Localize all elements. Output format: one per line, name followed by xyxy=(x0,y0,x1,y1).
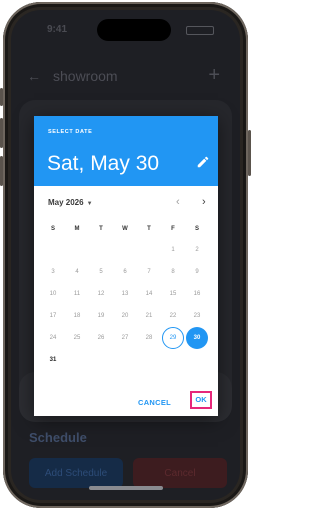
day-cell: 3 xyxy=(51,269,55,275)
day-cell: 6 xyxy=(123,269,127,275)
phone-volume-up-button xyxy=(0,118,3,148)
day-cell: 1 xyxy=(171,247,175,253)
dialog-cancel-button[interactable]: CANCEL xyxy=(138,398,171,407)
day-cell: 22 xyxy=(169,313,177,319)
day-cell[interactable]: 31 xyxy=(42,349,64,371)
day-cell: 24 xyxy=(49,335,57,341)
day-cell: 14 xyxy=(145,291,153,297)
date-picker-header: SELECT DATE Sat, May 30 xyxy=(34,116,218,186)
day-cell: 26 xyxy=(97,335,105,341)
home-indicator xyxy=(89,486,163,490)
weekday-label: T xyxy=(99,226,103,232)
selected-date-text: Sat, May 30 xyxy=(47,152,160,175)
month-year-selector[interactable]: May 2026 ▼ xyxy=(48,198,93,207)
day-cell: 21 xyxy=(145,313,153,319)
day-cell: 10 xyxy=(49,291,57,297)
battery-icon xyxy=(186,26,214,35)
add-schedule-button[interactable]: Add Schedule xyxy=(29,458,123,488)
day-cell: 15 xyxy=(169,291,177,297)
day-cell: 4 xyxy=(75,269,79,275)
day-cell: 11 xyxy=(73,291,81,297)
phone-action-button xyxy=(0,88,3,106)
day-cell: 12 xyxy=(97,291,105,297)
day-cell: 2 xyxy=(195,247,199,253)
day-cell: 5 xyxy=(99,269,103,275)
chevron-right-icon[interactable]: › xyxy=(202,196,206,208)
weekday-label: S xyxy=(194,226,199,232)
app-bar: ← showroom + xyxy=(11,58,240,98)
day-cell: 20 xyxy=(121,313,129,319)
day-cell: 13 xyxy=(121,291,129,297)
caret-down-icon: ▼ xyxy=(86,201,93,207)
month-label: May 2026 xyxy=(48,198,84,207)
date-picker-dialog: SELECT DATE Sat, May 30 May 2026 ▼ ‹ › S M… xyxy=(34,116,218,416)
cancel-schedule-button[interactable]: Cancel xyxy=(133,458,227,488)
day-cell: 27 xyxy=(121,335,129,341)
day-cell: 23 xyxy=(193,313,201,319)
arrow-left-icon[interactable]: ← xyxy=(27,68,41,84)
dynamic-island xyxy=(97,19,171,41)
dialog-ok-button[interactable]: OK xyxy=(190,391,212,409)
day-cell-today[interactable]: 29 xyxy=(162,327,184,349)
weekday-label: S xyxy=(50,226,55,232)
day-cell: 7 xyxy=(147,269,151,275)
day-cell: 25 xyxy=(73,335,81,341)
phone-power-button xyxy=(248,130,251,176)
app-title: showroom xyxy=(53,68,118,84)
pencil-icon[interactable] xyxy=(196,155,210,169)
weekday-label: W xyxy=(122,226,128,232)
weekday-label: T xyxy=(147,226,151,232)
weekday-label: F xyxy=(171,226,175,232)
day-cell: 16 xyxy=(193,291,201,297)
section-title: Schedule xyxy=(29,430,87,445)
day-cell: 17 xyxy=(49,313,57,319)
phone-volume-down-button xyxy=(0,156,3,186)
header-label: SELECT DATE xyxy=(48,129,93,135)
day-cell: 8 xyxy=(171,269,175,275)
status-time: 9:41 xyxy=(47,24,68,35)
chevron-left-icon[interactable]: ‹ xyxy=(176,196,180,208)
day-cell: 18 xyxy=(73,313,81,319)
day-cell: 28 xyxy=(145,335,153,341)
day-cell: 19 xyxy=(97,313,105,319)
status-bar: 9:41 xyxy=(11,10,240,50)
plus-icon[interactable]: + xyxy=(208,64,220,87)
day-cell-selected[interactable]: 30 xyxy=(186,327,208,349)
day-cell: 9 xyxy=(195,269,199,275)
weekday-label: M xyxy=(74,226,80,232)
